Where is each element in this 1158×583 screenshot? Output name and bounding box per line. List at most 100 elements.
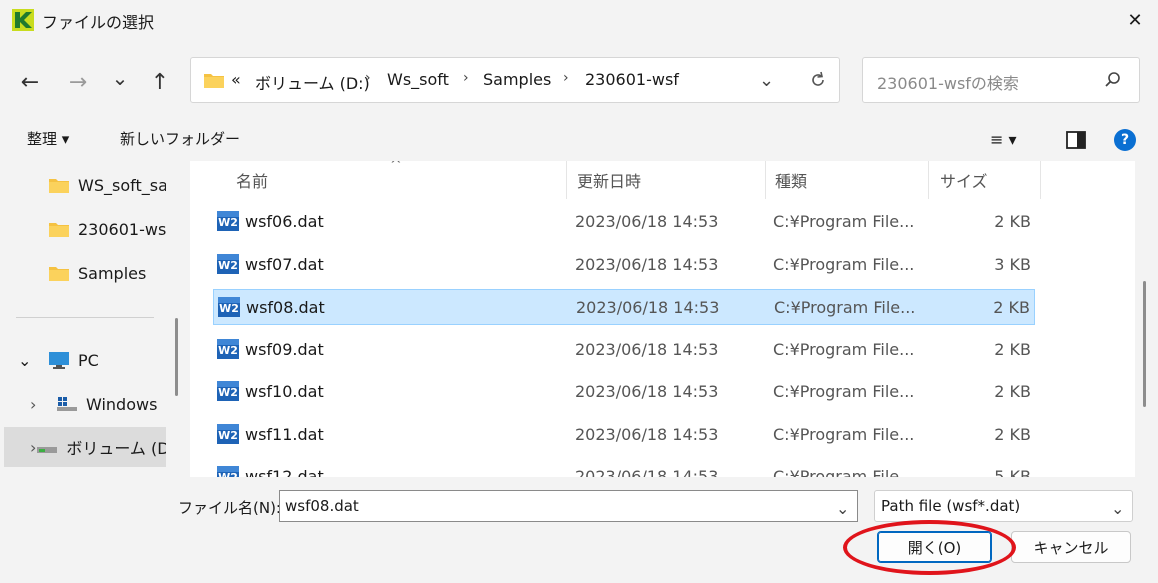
nav-item-samples[interactable]: Samples <box>0 253 166 293</box>
column-header-type[interactable]: 種類 <box>775 161 807 199</box>
file-type: C:¥Program File... <box>774 298 916 317</box>
drive-icon <box>57 397 77 411</box>
refresh-icon[interactable] <box>808 70 828 90</box>
app-logo-icon <box>12 9 34 31</box>
wsf-file-icon: W2 <box>217 381 239 401</box>
file-row[interactable]: W2 wsf11.dat 2023/06/18 14:53 C:¥Program Fi… <box>213 417 1035 453</box>
help-icon: ? <box>1120 132 1130 148</box>
up-button[interactable]: ↑ <box>144 66 176 98</box>
chevron-down-icon[interactable]: ⌄ <box>836 499 849 518</box>
nav-item-label: PC <box>78 350 99 370</box>
file-name: wsf09.dat <box>245 339 324 359</box>
wsf-file-icon: W2 <box>217 211 239 231</box>
file-type-value[interactable]: Path file (wsf*.dat) <box>881 497 1020 515</box>
column-divider[interactable] <box>566 161 567 199</box>
file-row[interactable]: W2 wsf09.dat 2023/06/18 14:53 C:¥Program Fi… <box>213 332 1035 368</box>
nav-item-windows[interactable]: › Windows <box>0 384 166 424</box>
drive-icon <box>37 447 58 453</box>
wsf-file-icon: W2 <box>217 466 239 477</box>
breadcrumb-samples[interactable]: Samples <box>483 70 551 89</box>
file-type: C:¥Program File... <box>773 212 915 231</box>
chevron-down-icon: ⌄ <box>111 66 129 90</box>
file-date: 2023/06/18 14:53 <box>575 382 719 401</box>
expand-chevron-icon[interactable]: ⌄ <box>18 351 48 370</box>
column-header-date[interactable]: 更新日時 <box>577 161 641 199</box>
file-size: 2 KB <box>994 339 1031 359</box>
file-list[interactable]: ^ 名前 更新日時 種類 サイズ W2 wsf06.dat 2023/06/18 1… <box>190 161 1135 477</box>
file-icon-label: W2 <box>218 429 238 442</box>
title-bar <box>0 0 1158 40</box>
folder-icon <box>49 179 69 193</box>
navigation-pane[interactable]: WS_soft_sample 230601-wsf Samples ⌄ PC ›… <box>0 161 166 478</box>
file-size: 2 KB <box>993 298 1030 317</box>
file-icon-label: W2 <box>218 471 238 477</box>
nav-item-230601-wsf[interactable]: 230601-wsf <box>0 209 166 249</box>
file-row[interactable]: W2 wsf08.dat 2023/06/18 14:53 C:¥Program Fi… <box>213 289 1035 325</box>
nav-item-label: WS_soft_sample <box>78 175 166 195</box>
address-history-dropdown[interactable]: ⌄ <box>759 70 774 91</box>
search-box[interactable]: 230601-wsfの検索 <box>862 57 1140 103</box>
file-type: C:¥Program File... <box>773 424 915 444</box>
file-date: 2023/06/18 14:53 <box>575 424 719 444</box>
file-row[interactable]: W2 wsf10.dat 2023/06/18 14:53 C:¥Program Fi… <box>213 374 1035 410</box>
pc-icon <box>49 352 69 369</box>
breadcrumb-volume-d[interactable]: ボリューム (D:) <box>255 70 370 94</box>
file-list-scrollbar[interactable] <box>1143 281 1146 407</box>
preview-pane-icon[interactable] <box>1066 131 1086 149</box>
search-input[interactable]: 230601-wsfの検索 <box>877 70 1019 94</box>
file-date: 2023/06/18 14:53 <box>575 339 719 359</box>
file-icon-label: W2 <box>219 302 239 315</box>
breadcrumb-ws-soft[interactable]: Ws_soft <box>387 70 449 89</box>
new-folder-button[interactable]: 新しいフォルダー <box>120 128 240 149</box>
file-row[interactable]: W2 wsf12.dat 2023/06/18 14:53 C:¥Program Fi… <box>213 459 1035 477</box>
file-name: wsf07.dat <box>245 254 324 274</box>
breadcrumb-separator[interactable]: › <box>563 70 569 86</box>
column-header-name[interactable]: 名前 <box>236 161 268 199</box>
nav-item-volume-d[interactable]: › ボリューム (D:) <box>4 427 166 467</box>
back-button[interactable]: ← <box>14 66 46 98</box>
file-type: C:¥Program File... <box>773 339 915 359</box>
column-divider[interactable] <box>928 161 929 199</box>
organize-menu[interactable]: 整理 ▾ <box>27 128 69 149</box>
open-button[interactable]: 開く(O) <box>877 531 992 563</box>
nav-item-ws-soft-sample[interactable]: WS_soft_sample <box>0 165 166 205</box>
breadcrumb-230601-wsf[interactable]: 230601-wsf <box>585 70 679 89</box>
column-divider[interactable] <box>1040 161 1041 199</box>
file-date: 2023/06/18 14:53 <box>575 467 719 477</box>
file-name: wsf06.dat <box>245 212 324 231</box>
recent-locations-button[interactable]: ⌄ <box>104 62 136 94</box>
file-row[interactable]: W2 wsf07.dat 2023/06/18 14:53 C:¥Program Fi… <box>213 247 1035 283</box>
column-divider[interactable] <box>765 161 766 199</box>
filename-input[interactable]: wsf08.dat ⌄ <box>279 490 858 522</box>
expand-chevron-icon[interactable]: › <box>30 395 56 414</box>
arrow-right-icon: → <box>68 69 88 95</box>
nav-pane-scrollbar[interactable] <box>175 318 178 396</box>
view-options-button[interactable]: ≡ ▾ <box>990 130 1017 149</box>
file-type: C:¥Program File... <box>773 467 915 477</box>
breadcrumb-separator[interactable]: › <box>365 70 371 86</box>
nav-divider <box>16 317 154 318</box>
file-size: 2 KB <box>994 382 1031 401</box>
wsf-file-icon: W2 <box>217 338 239 359</box>
close-button[interactable]: ✕ <box>1112 0 1158 40</box>
cancel-button[interactable]: キャンセル <box>1011 531 1131 563</box>
chevron-down-icon[interactable]: ⌄ <box>1111 499 1124 518</box>
file-date: 2023/06/18 14:53 <box>575 212 719 231</box>
search-icon[interactable] <box>1103 70 1123 90</box>
address-bar[interactable]: « ボリューム (D:) › Ws_soft › Samples › 23060… <box>190 57 840 103</box>
column-header-size[interactable]: サイズ <box>940 161 988 199</box>
forward-button[interactable]: → <box>62 66 94 98</box>
file-date: 2023/06/18 14:53 <box>575 254 719 274</box>
nav-item-pc[interactable]: ⌄ PC <box>0 340 166 380</box>
folder-icon <box>204 74 224 88</box>
filename-value[interactable]: wsf08.dat <box>285 497 359 515</box>
breadcrumb-separator[interactable]: › <box>463 70 469 86</box>
file-type: C:¥Program File... <box>773 382 915 401</box>
wsf-file-icon: W2 <box>218 297 240 317</box>
file-type-select[interactable]: Path file (wsf*.dat) ⌄ <box>874 490 1133 522</box>
breadcrumb-overflow[interactable]: « <box>231 70 241 89</box>
file-name: wsf11.dat <box>245 424 324 444</box>
file-row[interactable]: W2 wsf06.dat 2023/06/18 14:53 C:¥Program Fi… <box>213 204 1035 240</box>
file-size: 3 KB <box>994 254 1031 274</box>
help-button[interactable]: ? <box>1114 129 1136 151</box>
